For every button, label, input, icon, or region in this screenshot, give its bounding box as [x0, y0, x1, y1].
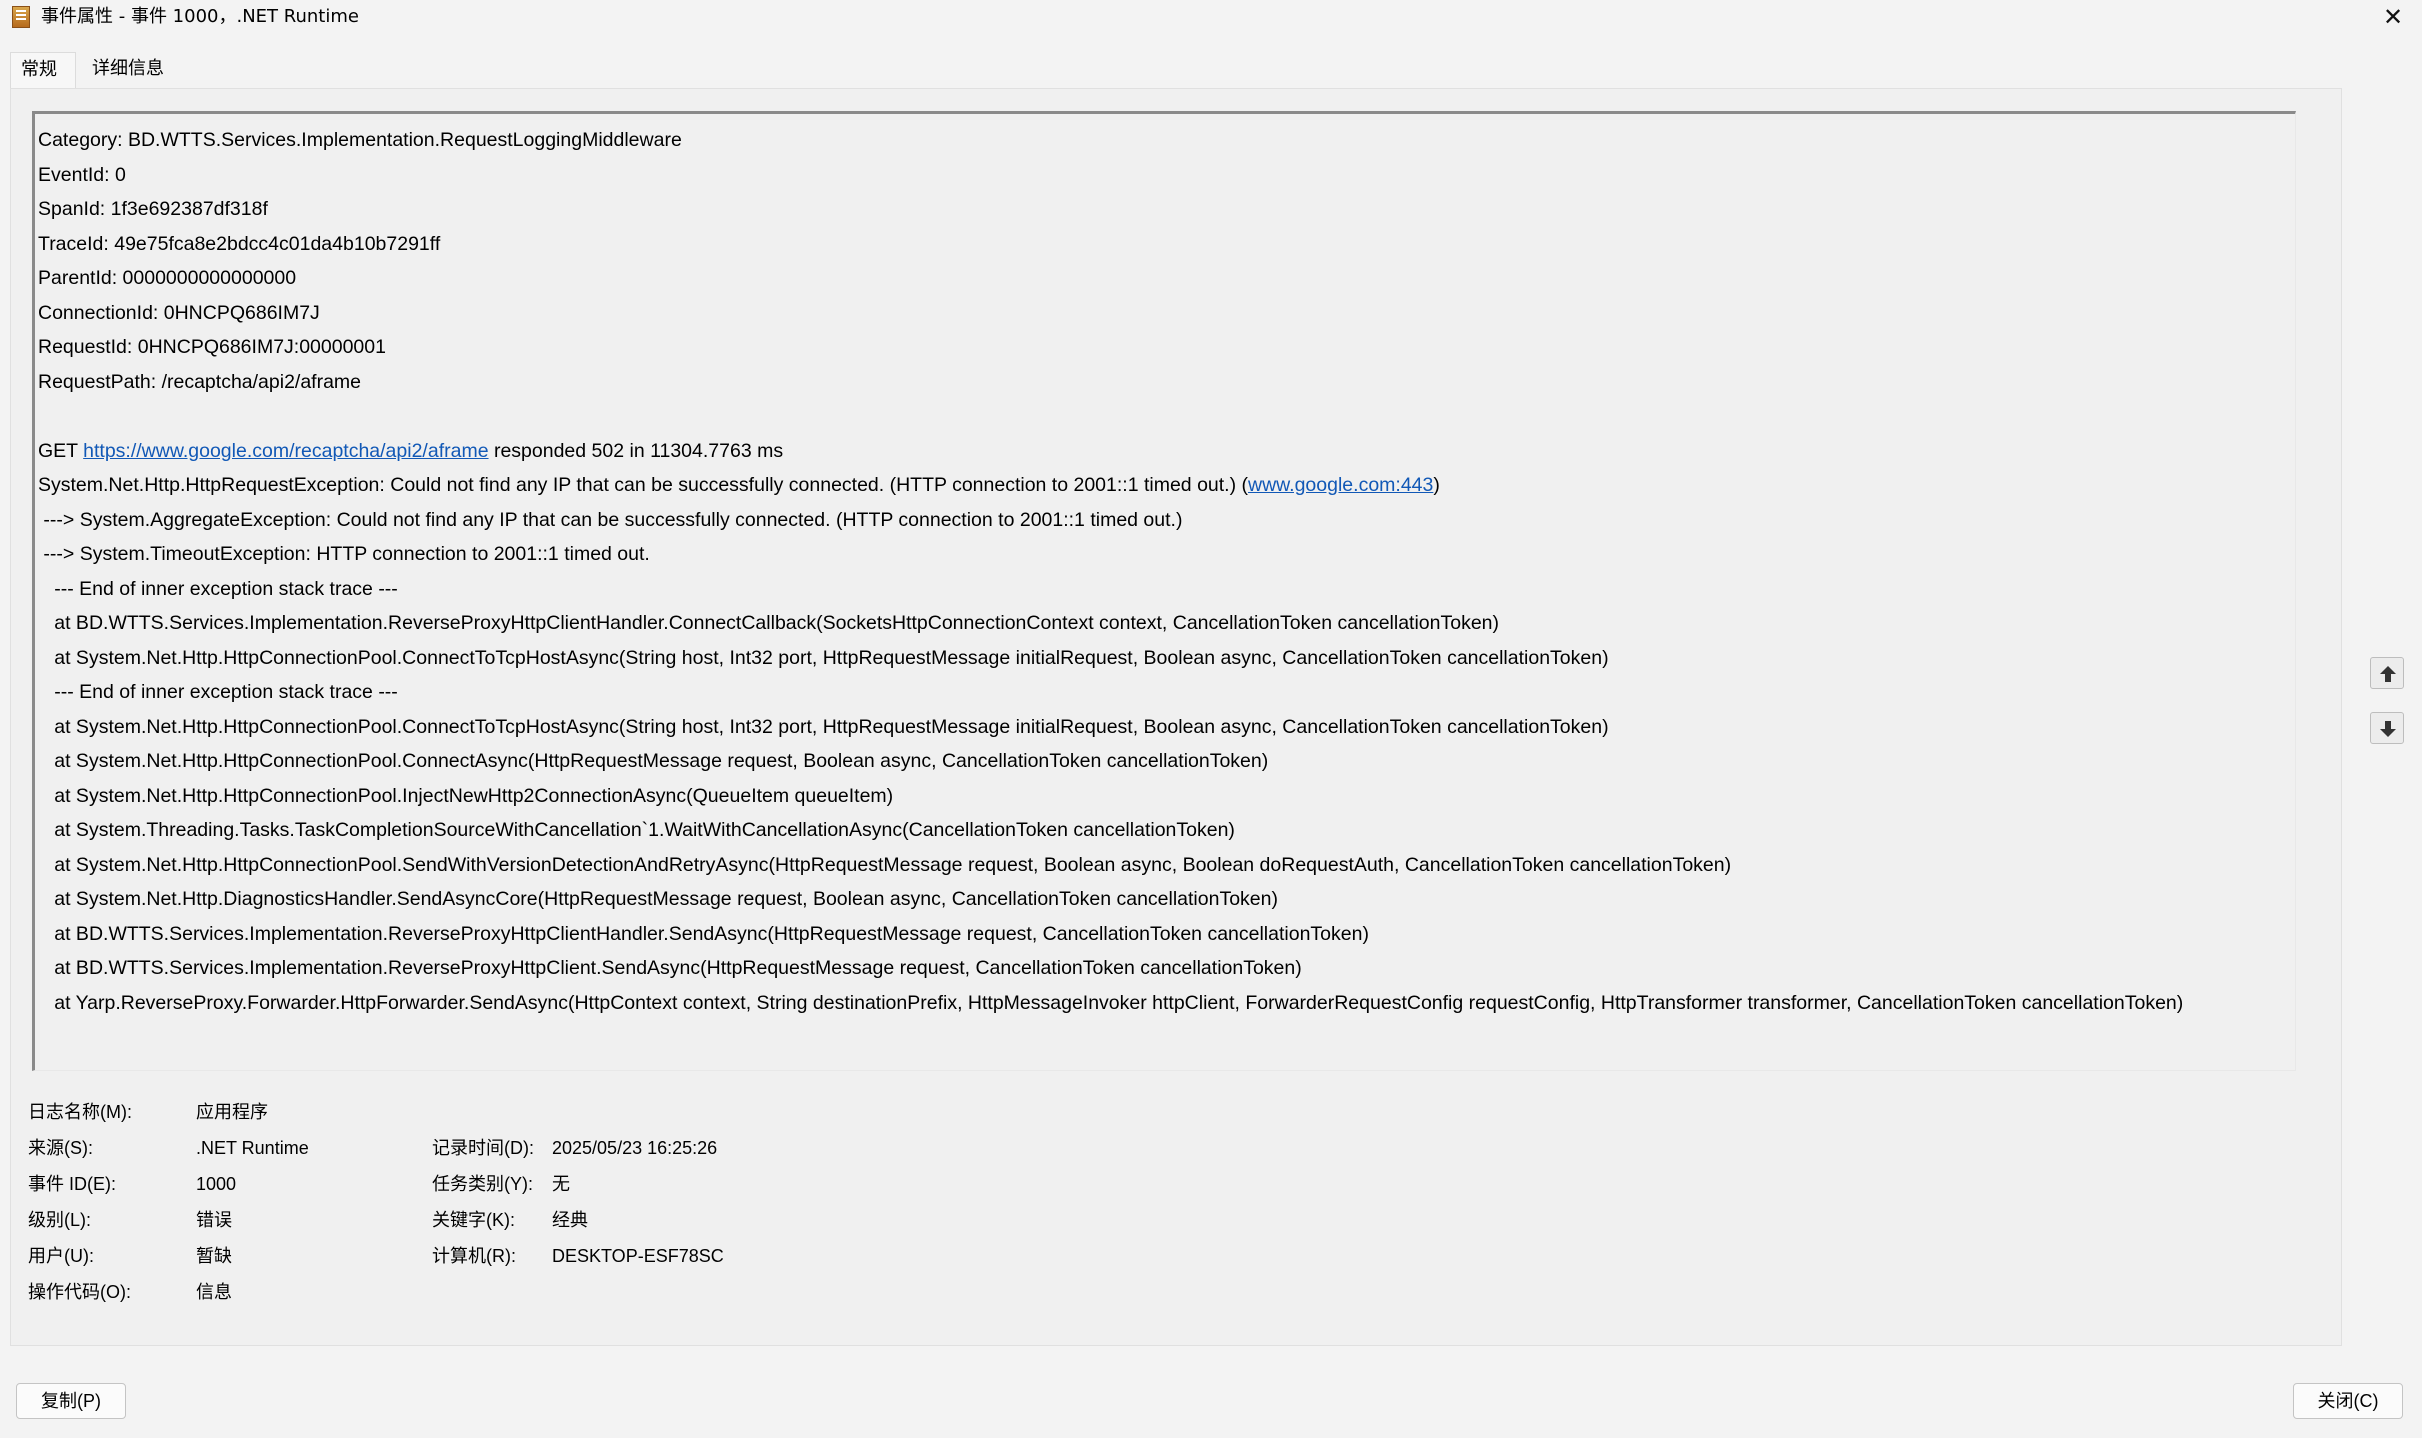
event-message-line: EventId: 0: [38, 163, 126, 186]
tab-general[interactable]: 常规: [10, 52, 76, 89]
get-response-link[interactable]: https://www.google.com/recaptcha/api2/af…: [83, 440, 488, 462]
computer-label: 计算机(R):: [432, 1246, 516, 1266]
event-message-line: ---> System.AggregateException: Could no…: [38, 508, 1183, 531]
event-message-line: SpanId: 1f3e692387df318f: [38, 198, 268, 220]
scroll-down-button[interactable]: [2370, 712, 2404, 744]
event-viewer-properties-icon: [12, 6, 30, 28]
event-message-lines: Category: BD.WTTS.Services.Implementatio…: [38, 123, 2288, 1020]
arrow-down-icon: [2380, 721, 2396, 737]
http-exception-line: System.Net.Http.HttpRequestException: Co…: [38, 468, 2288, 503]
log-name-label: 日志名称(M):: [28, 1102, 132, 1122]
event-message-line: --- End of inner exception stack trace -…: [38, 577, 398, 600]
close-button[interactable]: 关闭(C): [2293, 1383, 2403, 1419]
scroll-up-button[interactable]: [2370, 657, 2404, 689]
keywords-label: 关键字(K):: [432, 1210, 515, 1230]
window-title: 事件属性 - 事件 1000，.NET Runtime: [41, 6, 359, 27]
arrow-up-icon: [2380, 666, 2396, 682]
keywords-value: 经典: [552, 1210, 588, 1230]
user-label: 用户(U):: [28, 1246, 94, 1266]
http-exception-link[interactable]: www.google.com:443: [1248, 474, 1433, 496]
opcode-label: 操作代码(O):: [28, 1282, 131, 1302]
close-icon[interactable]: ✕: [2376, 2, 2410, 32]
event-message-line: at System.Net.Http.HttpConnectionPool.Co…: [38, 750, 1269, 772]
logged-label: 记录时间(D):: [432, 1138, 534, 1158]
source-value: .NET Runtime: [196, 1138, 309, 1158]
http-exception-prefix: System.Net.Http.HttpRequestException: Co…: [38, 474, 1248, 496]
log-name-value: 应用程序: [196, 1102, 268, 1122]
event-message-line: at System.Net.Http.DiagnosticsHandler.Se…: [38, 888, 1278, 910]
event-message-line: at System.Net.Http.HttpConnectionPool.Se…: [38, 853, 1732, 876]
event-message-line: --- End of inner exception stack trace -…: [38, 681, 398, 703]
task-category-label: 任务类别(Y):: [432, 1174, 533, 1194]
get-response-line: GET https://www.google.com/recaptcha/api…: [38, 434, 2288, 469]
source-label: 来源(S):: [28, 1138, 93, 1158]
event-message-line: at System.Threading.Tasks.TaskCompletion…: [38, 819, 1235, 841]
event-message-line: ParentId: 0000000000000000: [38, 267, 297, 289]
get-response-suffix: responded 502 in 11304.7763 ms: [488, 439, 784, 462]
task-category-value: 无: [552, 1174, 570, 1194]
event-id-label: 事件 ID(E):: [28, 1174, 116, 1194]
event-message-line: RequestId: 0HNCPQ686IM7J:00000001: [38, 336, 386, 358]
event-message-line: at Yarp.ReverseProxy.Forwarder.HttpForwa…: [38, 991, 2184, 1014]
user-value: 暂缺: [196, 1246, 232, 1266]
event-message-line: [38, 399, 2288, 434]
event-message-line: Category: BD.WTTS.Services.Implementatio…: [38, 129, 682, 151]
event-message-line: at System.Net.Http.HttpConnectionPool.Co…: [38, 715, 1609, 738]
opcode-value: 信息: [196, 1282, 232, 1302]
event-message-line: ---> System.TimeoutException: HTTP conne…: [38, 543, 650, 565]
event-description-text[interactable]: Category: BD.WTTS.Services.Implementatio…: [32, 111, 2296, 1071]
event-message-line: at BD.WTTS.Services.Implementation.Rever…: [38, 612, 1500, 634]
logged-value: 2025/05/23 16:25:26: [552, 1138, 718, 1158]
event-id-value: 1000: [196, 1174, 237, 1194]
http-exception-suffix: ): [1433, 474, 1440, 496]
event-message-line: at System.Net.Http.HttpConnectionPool.In…: [38, 784, 894, 807]
copy-button[interactable]: 复制(P): [16, 1383, 126, 1419]
tab-details[interactable]: 详细信息: [90, 52, 200, 88]
event-message-line: at BD.WTTS.Services.Implementation.Rever…: [38, 957, 1302, 979]
computer-value: DESKTOP-ESF78SC: [552, 1246, 724, 1266]
title-bar: 事件属性 - 事件 1000，.NET Runtime ✕: [0, 0, 2422, 36]
level-label: 级别(L):: [28, 1210, 91, 1230]
event-message-line: TraceId: 49e75fca8e2bdcc4c01da4b10b7291f…: [38, 232, 441, 255]
level-value: 错误: [196, 1210, 232, 1230]
event-message-line: at System.Net.Http.HttpConnectionPool.Co…: [38, 646, 1609, 669]
event-message-line: ConnectionId: 0HNCPQ686IM7J: [38, 301, 320, 324]
get-response-prefix: GET: [38, 439, 84, 462]
event-message-line: at BD.WTTS.Services.Implementation.Rever…: [38, 922, 1369, 945]
event-message-line: RequestPath: /recaptcha/api2/aframe: [38, 370, 362, 393]
